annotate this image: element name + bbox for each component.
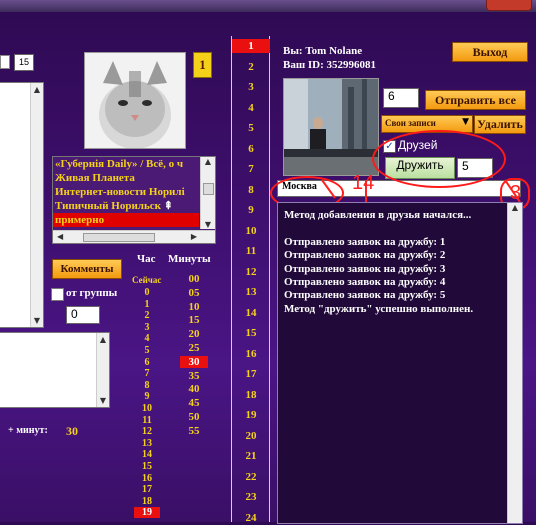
scroll-up-arrow[interactable]: ▲	[508, 203, 522, 212]
log-line: Отправлено заявок на дружбу: 4	[284, 276, 446, 288]
log-panel[interactable]: Метод добавления в друзья начался... Отпр…	[277, 202, 523, 524]
log-line: Метод "дружить" успешно выполнен.	[284, 302, 474, 315]
log-line: Отправлено заявок на дружбу: 2	[284, 249, 446, 262]
log-lines: Метод добавления в друзья начался... Отпр…	[278, 203, 506, 523]
log-line: Отправлено заявок на дружбу: 3	[284, 262, 446, 275]
log-line: Отправлено заявок на дружбу: 1	[284, 235, 446, 248]
log-line: Отправлено заявок на дружбу: 5	[284, 289, 446, 302]
log-line: Метод добавления в друзья начался...	[284, 209, 472, 221]
log-scrollbar[interactable]: ▲	[507, 203, 522, 523]
